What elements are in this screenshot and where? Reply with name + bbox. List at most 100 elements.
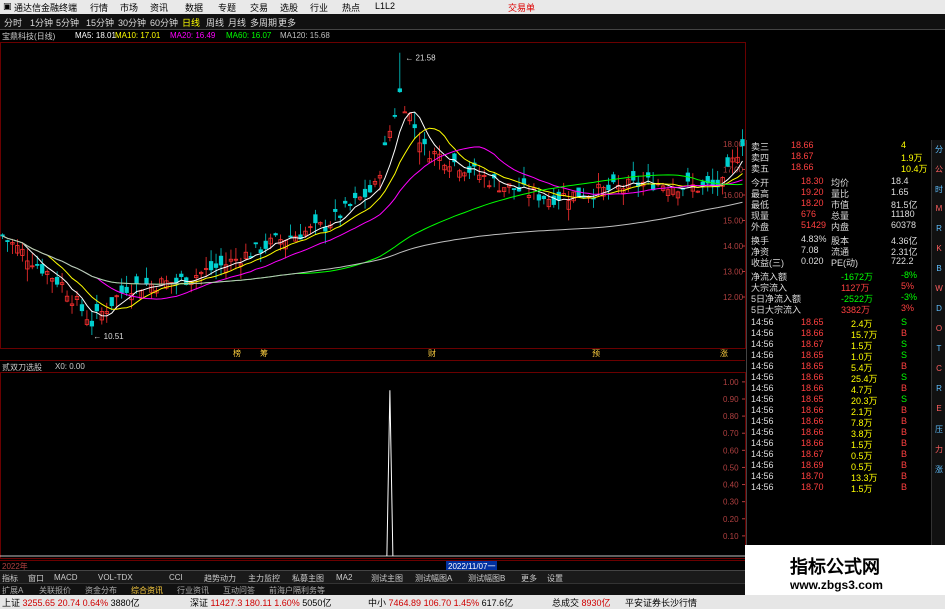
tick-row-cell: 14:56 bbox=[751, 482, 774, 492]
candle-body bbox=[392, 115, 397, 117]
tab-10[interactable]: 更多 bbox=[278, 16, 296, 29]
menu-l1l2[interactable]: L1L2 bbox=[375, 1, 395, 11]
sidebar-item-8[interactable]: D bbox=[934, 304, 944, 314]
sidebar-item-4[interactable]: R bbox=[934, 224, 944, 234]
indicator-chart[interactable]: 1.00 0.90 0.80 0.70 0.60 0.50 0.40 0.30 0.20 0.10… bbox=[0, 372, 780, 560]
sub-chart-value: X0: 0.00 bbox=[55, 362, 85, 371]
sidebar-item-5[interactable]: K bbox=[934, 244, 944, 254]
sidebar-item-2[interactable]: 时 bbox=[934, 184, 944, 194]
candlestick-chart[interactable]: 18.0017.0016.0015.0014.0013.0012.00← 21.… bbox=[0, 42, 780, 360]
index-label: 中小 bbox=[368, 598, 389, 608]
sidebar-item-7[interactable]: W bbox=[934, 284, 944, 294]
tab-1[interactable]: 1分钟 bbox=[30, 16, 53, 29]
tab-6[interactable]: 日线 bbox=[182, 16, 200, 29]
marker-zhang[interactable]: 涨 bbox=[720, 348, 728, 359]
indicator-tab-2[interactable]: MACD bbox=[54, 573, 78, 582]
marker-yu[interactable]: 预 bbox=[592, 348, 600, 359]
tab-0[interactable]: 分时 bbox=[4, 16, 22, 29]
tab-3[interactable]: 15分钟 bbox=[86, 16, 114, 29]
sub-tick-label: 0.30 bbox=[723, 498, 739, 507]
tab-9[interactable]: 多周期 bbox=[250, 16, 277, 29]
tab-7[interactable]: 周线 bbox=[206, 16, 224, 29]
candle-body bbox=[213, 263, 219, 268]
tick-row-cell: 14:56 bbox=[751, 317, 774, 327]
stat2-row-cell: 收益(三) bbox=[751, 258, 784, 268]
sidebar-item-9[interactable]: O bbox=[934, 324, 944, 334]
menu-trade[interactable]: 交易 bbox=[250, 1, 268, 14]
index-value: 8930亿 bbox=[581, 598, 611, 608]
flow-row-cell: -3% bbox=[901, 292, 918, 302]
marker-bang[interactable]: 榜 bbox=[233, 348, 241, 359]
indicator-tab-8[interactable]: MA2 bbox=[336, 573, 352, 582]
sidebar-item-0[interactable]: 分 bbox=[934, 144, 944, 154]
high-price-label: ← 21.58 bbox=[405, 54, 436, 63]
tick-row-cell: B bbox=[901, 449, 908, 459]
index-amount: 617.6亿 bbox=[481, 598, 514, 608]
menu-select[interactable]: 选股 bbox=[280, 1, 298, 14]
indicator-tab-3[interactable]: VOL-TDX bbox=[98, 573, 133, 582]
sidebar-item-12[interactable]: R bbox=[934, 384, 944, 394]
candle-body bbox=[338, 215, 343, 218]
menu-topic[interactable]: 专题 bbox=[218, 1, 236, 14]
candle-body bbox=[611, 174, 616, 183]
status-bar: 上证 3255.65 20.74 0.64% 3880亿 深证 11427.3 1… bbox=[0, 595, 945, 609]
tick-row-cell: B bbox=[901, 471, 908, 481]
tick-row-cell: 14:56 bbox=[751, 416, 774, 426]
indicator-tab-4[interactable]: CCI bbox=[169, 573, 183, 582]
tick-row-cell: 14:56 bbox=[751, 383, 774, 393]
candle-body bbox=[348, 204, 353, 207]
sidebar-item-11[interactable]: C bbox=[934, 364, 944, 374]
sidebar-item-15[interactable]: 力 bbox=[934, 444, 944, 454]
sidebar-item-6[interactable]: B bbox=[934, 264, 944, 274]
sidebar-item-1[interactable]: 公 bbox=[934, 164, 944, 174]
menu-industry[interactable]: 行业 bbox=[310, 1, 328, 14]
tick-row-cell: 18.66 bbox=[801, 372, 824, 382]
tab-8[interactable]: 月线 bbox=[228, 16, 246, 29]
sub-chart-header: 贰双刀选股 X0: 0.00 bbox=[0, 360, 745, 372]
sub-tick-label: 0.60 bbox=[723, 446, 739, 455]
watermark-url: www.zbgs3.com bbox=[790, 578, 883, 592]
ma-legend: 宝鼎科技(日线) MA5: 18.01 MA10: 17.01 MA20: 16… bbox=[0, 30, 745, 42]
menu-data[interactable]: 数据 bbox=[185, 1, 203, 14]
sidebar-item-14[interactable]: 压 bbox=[934, 424, 944, 434]
watermark-title: 指标公式网 bbox=[790, 557, 880, 577]
sidebar-item-3[interactable]: M bbox=[934, 204, 944, 214]
index-change: 20.74 bbox=[57, 598, 83, 608]
tick-row-cell: B bbox=[901, 438, 908, 448]
menu-quote[interactable]: 行情 bbox=[90, 1, 108, 14]
index-change: 180.11 bbox=[244, 598, 275, 608]
index-1[interactable]: 深证 11427.3 180.11 1.60% 5050亿 bbox=[190, 596, 331, 609]
marker-cai[interactable]: 财 bbox=[428, 348, 436, 359]
stat2-row-cell: 722.2 bbox=[891, 256, 914, 266]
sidebar-item-13[interactable]: E bbox=[934, 404, 944, 414]
tick-row-cell: 1.5万 bbox=[851, 484, 873, 494]
candle-body bbox=[119, 285, 124, 293]
index-0[interactable]: 上证 3255.65 20.74 0.64% 3880亿 bbox=[2, 596, 140, 609]
index-label: 上证 bbox=[2, 598, 23, 608]
sidebar-item-10[interactable]: T bbox=[934, 344, 944, 354]
flow-row-cell: 5日大宗流入 bbox=[751, 305, 802, 315]
candle-body bbox=[467, 166, 472, 173]
index-2[interactable]: 中小 7464.89 106.70 1.45% 617.6亿 bbox=[368, 596, 513, 609]
sidebar-item-16[interactable]: 涨 bbox=[934, 464, 944, 474]
broker-label: 平安证券长沙行情 bbox=[625, 598, 698, 608]
marker-chou[interactable]: 筹 bbox=[260, 348, 268, 359]
tick-row-cell: 18.65 bbox=[801, 361, 824, 371]
watermark-logo: 指标公式网 www.zbgs3.com bbox=[745, 545, 945, 595]
price-tick-label: 13.00 bbox=[723, 268, 744, 277]
menu-hot[interactable]: 热点 bbox=[342, 1, 360, 14]
candle-body bbox=[536, 194, 542, 201]
index-pct: 1.45% bbox=[453, 598, 482, 608]
tab-2[interactable]: 5分钟 bbox=[56, 16, 79, 29]
tab-5[interactable]: 60分钟 bbox=[150, 16, 178, 29]
index-3[interactable]: 总成交 8930亿 bbox=[552, 596, 611, 609]
tick-row-cell: 18.70 bbox=[801, 471, 824, 481]
tab-4[interactable]: 30分钟 bbox=[118, 16, 146, 29]
tick-row-cell: 14:56 bbox=[751, 471, 774, 481]
candle-body bbox=[0, 234, 5, 237]
tick-row-cell: 14:56 bbox=[751, 394, 774, 404]
menu-news[interactable]: 资讯 bbox=[150, 1, 168, 14]
trade-order-button[interactable]: 交易单 bbox=[508, 1, 535, 14]
menu-market[interactable]: 市场 bbox=[120, 1, 138, 14]
tick-row-cell: B bbox=[901, 361, 908, 371]
